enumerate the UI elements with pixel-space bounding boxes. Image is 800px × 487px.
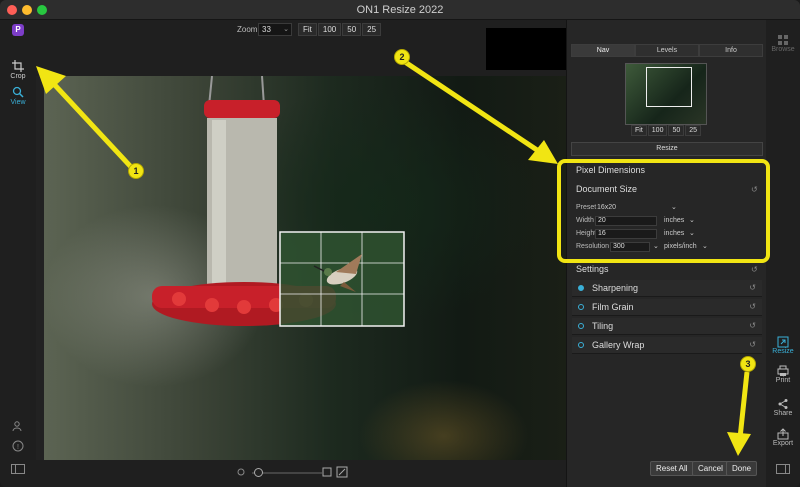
annotation-arrows [36,59,751,456]
annotation-badge-2: 2 [394,49,410,65]
app-window: ON1 Resize 2022 P Crop View ! Zoom 33 ⌄ … [0,0,800,487]
annotation-badge-3: 3 [740,356,756,372]
annotation-badge-1: 1 [128,163,144,179]
